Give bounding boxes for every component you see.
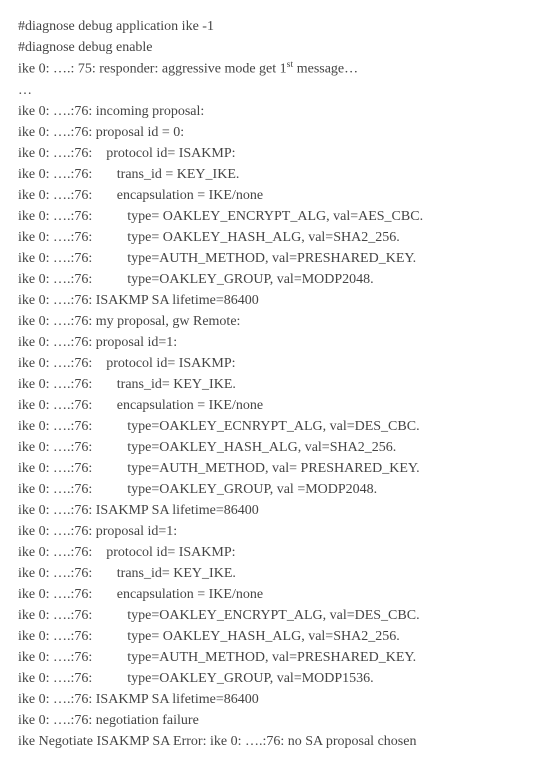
log-line: ike 0: ….:76: incoming proposal: [18, 101, 540, 122]
log-line: #diagnose debug application ike -1 [18, 16, 540, 37]
log-line: ike 0: ….:76: ISAKMP SA lifetime=86400 [18, 689, 540, 710]
log-line: ike 0: ….:76: encapsulation = IKE/none [18, 185, 540, 206]
log-line: ike 0: ….:76: trans_id = KEY_IKE. [18, 164, 540, 185]
log-line: ike 0: ….:76: protocol id= ISAKMP: [18, 353, 540, 374]
log-line: ike 0: ….:76: protocol id= ISAKMP: [18, 542, 540, 563]
log-line: ike 0: ….:76: type=OAKLEY_ECNRYPT_ALG, v… [18, 416, 540, 437]
log-line: ike 0: ….:76: trans_id= KEY_IKE. [18, 374, 540, 395]
log-line: ike 0: ….:76: type=OAKLEY_HASH_ALG, val=… [18, 437, 540, 458]
log-line: ike 0: ….:76: proposal id=1: [18, 332, 540, 353]
log-line: ike 0: ….:76: type= OAKLEY_ENCRYPT_ALG, … [18, 206, 540, 227]
log-line: ike 0: ….:76: type=OAKLEY_GROUP, val=MOD… [18, 269, 540, 290]
log-line: ike 0: ….:76: protocol id= ISAKMP: [18, 143, 540, 164]
log-line: ike 0: ….:76: encapsulation = IKE/none [18, 584, 540, 605]
log-line: ike 0: ….:76: type=OAKLEY_GROUP, val =MO… [18, 479, 540, 500]
log-line: ike 0: ….:76: encapsulation = IKE/none [18, 395, 540, 416]
log-line: ike 0: ….:76: my proposal, gw Remote: [18, 311, 540, 332]
log-line: ike 0: ….:76: type=OAKLEY_GROUP, val=MOD… [18, 668, 540, 689]
log-line: ike 0: ….:76: negotiation failure [18, 710, 540, 731]
log-line: ike Negotiate ISAKMP SA Error: ike 0: ….… [18, 731, 540, 752]
log-line: ike 0: ….:76: type= OAKLEY_HASH_ALG, val… [18, 626, 540, 647]
debug-log: #diagnose debug application ike -1#diagn… [18, 16, 540, 752]
log-line: ike 0: ….:76: ISAKMP SA lifetime=86400 [18, 500, 540, 521]
log-line: ike 0: ….:76: type=OAKLEY_ENCRYPT_ALG, v… [18, 605, 540, 626]
log-line: ike 0: ….: 75: responder: aggressive mod… [18, 58, 540, 80]
log-line: ike 0: ….:76: proposal id = 0: [18, 122, 540, 143]
log-line: #diagnose debug enable [18, 37, 540, 58]
log-line: ike 0: ….:76: type=AUTH_METHOD, val= PRE… [18, 458, 540, 479]
log-line: ike 0: ….:76: proposal id=1: [18, 521, 540, 542]
log-line: ike 0: ….:76: trans_id= KEY_IKE. [18, 563, 540, 584]
log-line: ike 0: ….:76: type= OAKLEY_HASH_ALG, val… [18, 227, 540, 248]
log-line: ike 0: ….:76: type=AUTH_METHOD, val=PRES… [18, 647, 540, 668]
log-line: ike 0: ….:76: ISAKMP SA lifetime=86400 [18, 290, 540, 311]
log-line: … [18, 80, 540, 101]
log-line: ike 0: ….:76: type=AUTH_METHOD, val=PRES… [18, 248, 540, 269]
